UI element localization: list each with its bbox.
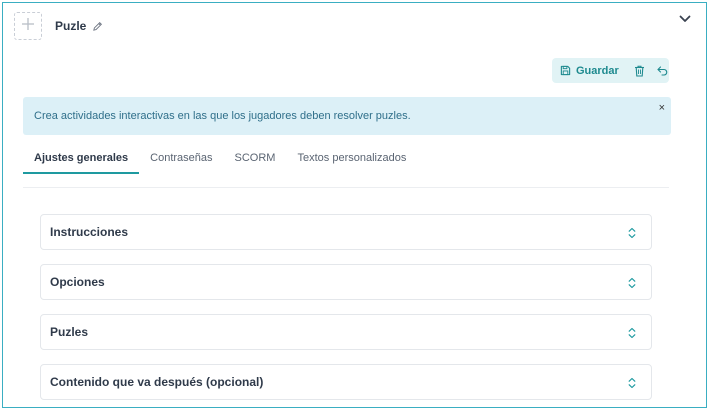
section-instrucciones[interactable]: Instrucciones	[40, 214, 652, 250]
section-label: Opciones	[50, 275, 105, 289]
action-toolbar: Guardar	[552, 58, 669, 83]
chevron-up-down-icon	[627, 376, 637, 390]
section-puzles[interactable]: Puzles	[40, 314, 652, 350]
section-label: Puzles	[50, 325, 89, 339]
tab-scorm[interactable]: SCORM	[224, 145, 287, 173]
activity-card: Puzle Guardar Crea actividades interacti…	[2, 2, 707, 408]
tab-contrasenas[interactable]: Contraseñas	[139, 145, 223, 173]
chevron-up-down-icon	[627, 276, 637, 290]
save-button-label: Guardar	[576, 64, 619, 77]
section-label: Contenido que va después (opcional)	[50, 375, 264, 389]
section-label: Instrucciones	[50, 225, 129, 239]
add-image-button[interactable]	[14, 12, 42, 40]
info-alert: Crea actividades interactivas en las que…	[23, 97, 671, 135]
save-button[interactable]: Guardar	[560, 65, 619, 77]
undo-arrow-icon[interactable]	[655, 63, 669, 79]
section-opciones[interactable]: Opciones	[40, 264, 652, 300]
page-title: Puzle	[55, 19, 87, 33]
floppy-disk-icon	[560, 65, 571, 76]
tab-ajustes-generales[interactable]: Ajustes generales	[23, 145, 140, 174]
trash-icon[interactable]	[633, 63, 647, 79]
section-contenido-despues[interactable]: Contenido que va después (opcional)	[40, 364, 652, 400]
tab-textos-personalizados[interactable]: Textos personalizados	[286, 145, 417, 173]
chevron-down-icon[interactable]	[678, 12, 692, 26]
pencil-icon[interactable]	[92, 21, 103, 32]
plus-icon	[21, 17, 35, 36]
settings-tabs: Ajustes generales Contraseñas SCORM Text…	[23, 145, 669, 188]
chevron-up-down-icon	[627, 226, 637, 240]
close-icon[interactable]: ×	[659, 103, 665, 114]
card-header: Puzle	[14, 10, 696, 42]
chevron-up-down-icon	[627, 326, 637, 340]
alert-text: Crea actividades interactivas en las que…	[34, 110, 411, 122]
